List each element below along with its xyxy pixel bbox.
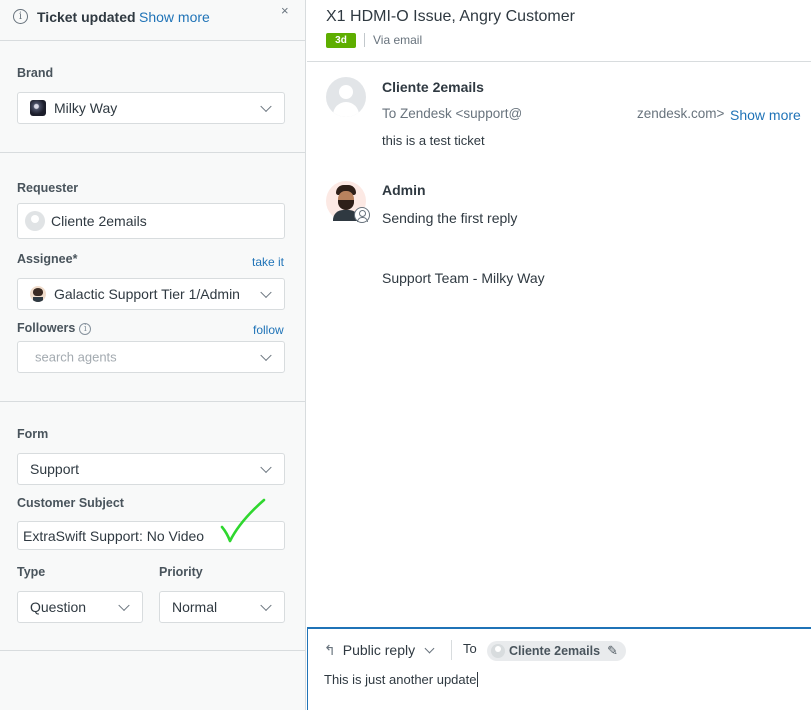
ticket-age-badge: 3d bbox=[326, 33, 356, 48]
header-divider bbox=[307, 61, 811, 62]
priority-label: Priority bbox=[159, 565, 203, 579]
requester-avatar bbox=[25, 211, 45, 231]
to-label: To bbox=[463, 641, 477, 656]
message-body: Sending the first reply bbox=[382, 210, 518, 226]
ticket-channel: Via email bbox=[373, 33, 423, 47]
info-icon[interactable]: i bbox=[79, 323, 92, 335]
requester-value: Cliente 2emails bbox=[51, 213, 147, 229]
customer-avatar[interactable] bbox=[326, 77, 366, 117]
followers-label-text: Followers bbox=[17, 321, 76, 335]
reply-composer[interactable]: ↰ Public reply To Cliente 2emails ✎ This … bbox=[307, 627, 811, 710]
notice-title: Ticket updated bbox=[37, 9, 136, 25]
form-select[interactable]: Support bbox=[17, 453, 285, 485]
form-value: Support bbox=[30, 461, 80, 477]
form-label: Form bbox=[17, 427, 49, 441]
chevron-down-icon bbox=[260, 461, 272, 474]
chevron-down-icon bbox=[260, 599, 272, 612]
brand-select[interactable]: Milky Way bbox=[17, 92, 285, 124]
type-select[interactable]: Question bbox=[17, 591, 143, 623]
type-value: Question bbox=[30, 599, 87, 615]
message-signature: Support Team - Milky Way bbox=[382, 270, 545, 286]
info-icon: i bbox=[13, 9, 28, 24]
agent-badge-icon bbox=[354, 207, 370, 223]
follow-link[interactable]: follow bbox=[253, 323, 284, 337]
followers-label: Followers i bbox=[17, 321, 92, 335]
pencil-icon[interactable]: ✎ bbox=[607, 641, 618, 661]
priority-value: Normal bbox=[172, 599, 218, 615]
chevron-down-icon bbox=[118, 599, 130, 612]
section-divider bbox=[0, 650, 305, 651]
reply-type-label: Public reply bbox=[342, 642, 416, 658]
customer-subject-label: Customer Subject bbox=[17, 496, 124, 510]
brand-value: Milky Way bbox=[54, 100, 118, 116]
requester-field[interactable]: Cliente 2emails bbox=[17, 203, 285, 239]
recipient-pill[interactable]: Cliente 2emails ✎ bbox=[487, 641, 627, 661]
chevron-down-icon[interactable] bbox=[424, 643, 435, 654]
composer-separator bbox=[451, 640, 452, 660]
take-it-link[interactable]: take it bbox=[252, 255, 284, 269]
assignee-avatar bbox=[30, 286, 46, 302]
ticket-updated-notice: i Ticket updated Show more × bbox=[0, 0, 305, 41]
close-icon[interactable]: × bbox=[281, 3, 289, 18]
section-divider bbox=[0, 401, 305, 402]
reply-type-dropdown[interactable]: ↰ Public reply bbox=[324, 642, 415, 659]
chevron-down-icon bbox=[260, 286, 272, 299]
section-divider bbox=[0, 152, 305, 153]
type-label: Type bbox=[17, 565, 46, 579]
message-recipients-suffix: zendesk.com> bbox=[637, 106, 725, 121]
customer-subject-input[interactable]: ExtraSwift Support: No Video bbox=[17, 521, 285, 550]
chevron-down-icon bbox=[260, 349, 272, 362]
priority-select[interactable]: Normal bbox=[159, 591, 285, 623]
message-author[interactable]: Cliente 2emails bbox=[382, 79, 484, 95]
brand-label: Brand bbox=[17, 66, 54, 80]
followers-placeholder: search agents bbox=[35, 349, 117, 365]
chevron-down-icon bbox=[260, 100, 272, 113]
reply-text-area[interactable]: This is just another update bbox=[324, 672, 478, 687]
message-recipients-prefix: To Zendesk <support@ bbox=[382, 106, 523, 121]
show-more-recipients-link[interactable]: Show more bbox=[730, 107, 801, 123]
reply-arrow-icon: ↰ bbox=[324, 642, 336, 658]
message-author[interactable]: Admin bbox=[382, 182, 426, 198]
recipient-avatar bbox=[491, 644, 505, 658]
requester-label: Requester bbox=[17, 181, 79, 195]
notice-show-more-link[interactable]: Show more bbox=[139, 9, 210, 25]
assignee-select[interactable]: Galactic Support Tier 1/Admin bbox=[17, 278, 285, 310]
header-separator bbox=[364, 33, 365, 47]
customer-subject-value: ExtraSwift Support: No Video bbox=[23, 527, 205, 544]
followers-input[interactable]: search agents bbox=[17, 341, 285, 373]
ticket-title[interactable]: X1 HDMI-O Issue, Angry Customer bbox=[326, 8, 575, 26]
message-body: this is a test ticket bbox=[382, 133, 485, 148]
recipient-name: Cliente 2emails bbox=[509, 644, 601, 658]
milky-way-logo-icon bbox=[30, 100, 46, 116]
assignee-value: Galactic Support Tier 1/Admin bbox=[54, 286, 240, 302]
ticket-properties-panel: i Ticket updated Show more × Brand Milky… bbox=[0, 0, 306, 710]
assignee-label: Assignee* bbox=[17, 252, 78, 266]
